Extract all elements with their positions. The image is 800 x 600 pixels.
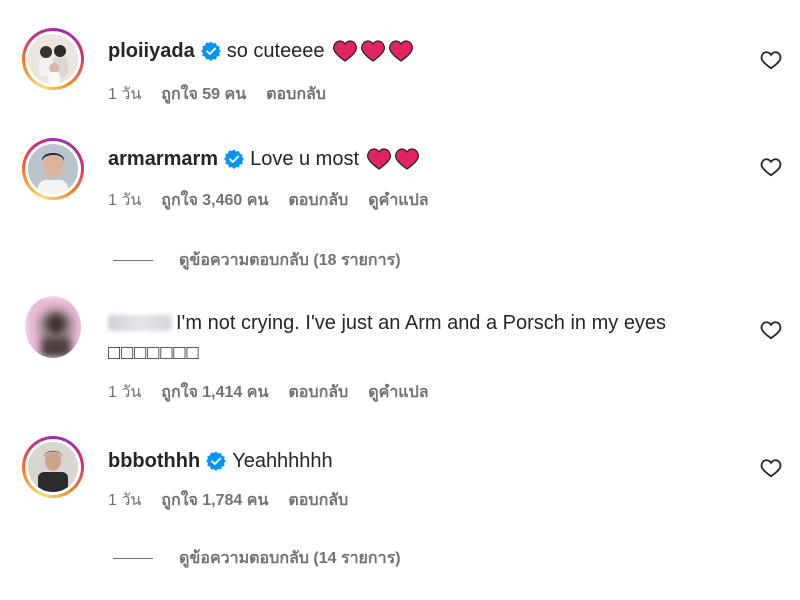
reply-button[interactable]: ตอบกลับ [288,188,348,213]
likes-count[interactable]: ถูกใจ 3,460 คน [161,188,268,213]
red-heart-emoji [388,40,413,62]
red-heart-emoji [332,40,357,62]
likes-count[interactable]: ถูกใจ 1,414 คน [161,380,268,405]
likes-count[interactable]: ถูกใจ 1,784 คน [161,488,268,513]
username[interactable]: armarmarm [108,146,218,172]
comment-time[interactable]: 1 วัน [108,380,141,405]
divider [113,558,153,559]
divider [113,260,153,261]
avatar[interactable] [22,296,84,358]
translate-button[interactable]: ดูคำแปล [368,380,428,405]
avatar[interactable] [22,28,84,90]
comment-time[interactable]: 1 วัน [108,82,141,107]
comment-text: I'm not crying. I've just an Arm and a P… [176,312,667,334]
verified-badge-icon [206,451,227,471]
avatar-photo [28,34,78,84]
comment-text-emoji: □□□□□□□ [108,342,200,364]
red-heart-emoji [367,148,391,170]
view-replies-label: ดูข้อความตอบกลับ (18 รายการ) [179,252,401,269]
red-heart-emoji [395,148,419,170]
verified-badge-icon [224,149,245,169]
view-replies-button[interactable]: ดูข้อความตอบกลับ (14 รายการ) [113,546,401,571]
translate-button[interactable]: ดูคำแปล [368,188,428,213]
heart-outline-icon[interactable] [760,157,782,177]
verified-badge-icon [200,41,221,61]
view-replies-label: ดูข้อความตอบกลับ (14 รายการ) [179,550,401,567]
likes-count[interactable]: ถูกใจ 59 คน [161,82,246,107]
reply-button[interactable]: ตอบกลับ [266,82,326,107]
comment-text: Love u most [250,148,360,170]
username[interactable]: bbbothhh [108,448,200,474]
reply-button[interactable]: ตอบกลับ [288,488,348,513]
avatar-photo [25,296,81,358]
avatar-photo [28,442,78,492]
avatar[interactable] [22,138,84,200]
blurred-username[interactable] [108,315,172,331]
comment-time[interactable]: 1 วัน [108,188,141,213]
heart-outline-icon[interactable] [760,458,782,478]
avatar[interactable] [22,436,84,498]
avatar-photo [28,144,78,194]
heart-outline-icon[interactable] [760,50,782,70]
view-replies-button[interactable]: ดูข้อความตอบกลับ (18 รายการ) [113,248,401,273]
reply-button[interactable]: ตอบกลับ [288,380,348,405]
username[interactable]: ploiiyada [108,38,195,64]
comment-text: so cuteeee [226,40,325,62]
comment-text: Yeahhhhhh [232,450,333,472]
heart-outline-icon[interactable] [760,320,782,340]
red-heart-emoji [360,40,385,62]
comment-time[interactable]: 1 วัน [108,488,141,513]
